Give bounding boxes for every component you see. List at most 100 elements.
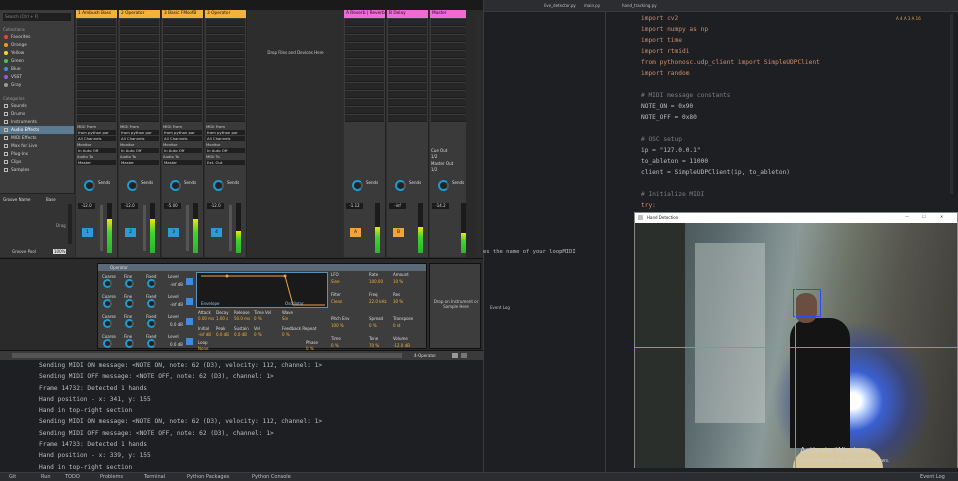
groove-amount[interactable]: 100% [53,249,67,254]
midi-from-select[interactable]: from python por [163,130,202,135]
send-knob[interactable] [395,180,406,191]
clip-slot[interactable] [120,67,159,74]
category-item[interactable]: Sounds [0,102,74,110]
clip-slot[interactable] [431,19,468,26]
clip-slot[interactable] [77,99,116,106]
operator-level-value[interactable]: -inf dB [170,282,183,287]
category-item[interactable]: Instruments [0,118,74,126]
clip-slot[interactable] [206,99,245,106]
volume-readout[interactable]: -inf [389,203,406,209]
code-line[interactable]: import time [641,37,682,44]
envelope-display[interactable]: Envelope Oscillator [196,272,328,308]
clip-slot[interactable] [431,35,468,42]
clip-slot[interactable] [431,99,468,106]
operator-lfo-value[interactable]: Sine [331,279,340,284]
code-line[interactable]: import numpy as np [641,26,708,33]
clip-slot[interactable] [120,51,159,58]
clip-slot[interactable] [163,43,202,50]
code-line[interactable]: NOTE_OFF = 0x80 [641,114,697,121]
clip-slot[interactable] [120,99,159,106]
code-line[interactable]: import cv2 [641,15,678,22]
category-item[interactable]: Max for Live [0,142,74,150]
clip-slot[interactable] [120,83,159,90]
clip-slot[interactable] [345,43,384,50]
operator-level-value[interactable]: 0.0 dB [170,322,183,327]
volume-readout[interactable]: -12.0 [207,203,224,209]
output-select[interactable]: Ext. Out [206,160,245,165]
midi-track-header[interactable]: 3 Operator [205,10,246,18]
operator-pitch_env-value[interactable]: 100 % [331,323,344,328]
clip-slot[interactable] [163,35,202,42]
clip-slot[interactable] [163,75,202,82]
volume-readout[interactable]: -12.0 [78,203,95,209]
clip-slot[interactable] [77,59,116,66]
clip-slot[interactable] [431,83,468,90]
status-scrollbar[interactable] [12,353,402,358]
clip-slot[interactable] [388,27,427,34]
channel-select[interactable]: All Channels [77,136,116,141]
category-item[interactable]: Clips [0,158,74,166]
cue-out-value[interactable]: 1/2 [431,154,437,159]
clip-slot[interactable] [431,91,468,98]
clip-slot[interactable] [388,99,427,106]
volume-readout[interactable]: -12.0 [121,203,138,209]
code-line[interactable]: # MIDI message constants [641,92,730,99]
clip-slot[interactable] [431,107,468,114]
operator-res-value[interactable]: 30 % [393,299,403,304]
operator-knob[interactable] [125,299,134,308]
operator-knob[interactable] [147,299,156,308]
track-activator[interactable]: 1 [82,228,93,237]
event-log-tab[interactable]: Event Log [490,305,510,310]
clip-slot[interactable] [388,115,427,122]
clip-slot[interactable] [206,75,245,82]
clip-slot[interactable] [77,19,116,26]
code-line[interactable]: # Initialize MIDI [641,191,704,198]
hand-detection-window[interactable]: Hand Detection — ☐ ✕ Activate Windows Go… [634,212,958,468]
run-tab[interactable]: Run [41,474,51,480]
git-tab[interactable]: Git [9,474,16,480]
clip-slot[interactable] [345,99,384,106]
midi-track-header[interactable]: 2 Operator [119,10,160,18]
clip-slot[interactable] [163,67,202,74]
clip-slot[interactable] [163,19,202,26]
code-line[interactable]: try: [641,202,656,209]
clip-slot[interactable] [206,51,245,58]
monitor-toggle[interactable]: In Auto Off [163,148,202,153]
operator-filter-value[interactable]: Clean [331,299,342,304]
python-packages-tab[interactable]: Python Packages [187,474,229,480]
clip-slot[interactable] [120,59,159,66]
clip-slot[interactable] [388,75,427,82]
monitor-toggle[interactable]: In Auto Off [77,148,116,153]
envelope-tab[interactable]: Envelope [201,301,219,306]
clip-slot[interactable] [163,99,202,106]
clip-slot[interactable] [77,83,116,90]
oscillator-tab[interactable]: Oscillator [285,301,304,306]
operator-knob[interactable] [103,299,112,308]
clip-slot[interactable] [388,35,427,42]
operator-volume-value[interactable]: -12.0 dB [393,343,410,348]
clip-slot[interactable] [206,27,245,34]
clip-slot[interactable] [163,107,202,114]
clip-slot[interactable] [77,115,116,122]
warning-count-2[interactable]: A 4 A 3 A 16 [896,16,921,21]
clip-slot[interactable] [431,27,468,34]
close-icon[interactable]: ✕ [940,214,943,219]
code-line[interactable]: to_ableton = 11000 [641,158,708,165]
code-line[interactable]: ip = "127.0.0.1" [641,147,701,154]
collection-item[interactable]: Yellow [0,49,74,57]
clip-slot[interactable] [77,107,116,114]
clip-slot[interactable] [345,19,384,26]
clip-slot[interactable] [77,75,116,82]
editor-tab-3[interactable]: hand_tracking.py [622,3,657,8]
todo-tab[interactable]: TODO [65,474,80,480]
oscillator-letter-icon[interactable] [186,298,193,305]
clip-slot[interactable] [388,91,427,98]
clip-slot[interactable] [120,91,159,98]
midi-from-select[interactable]: from python por [77,130,116,135]
operator-attack-value[interactable]: 0.00 ms [198,316,214,321]
clip-slot[interactable] [345,75,384,82]
midi-from-select[interactable]: from python por [120,130,159,135]
monitor-toggle[interactable]: In Auto Off [120,148,159,153]
editor-tab-2[interactable]: main.py [584,3,600,8]
master-out-value[interactable]: 1/2 [431,167,437,172]
